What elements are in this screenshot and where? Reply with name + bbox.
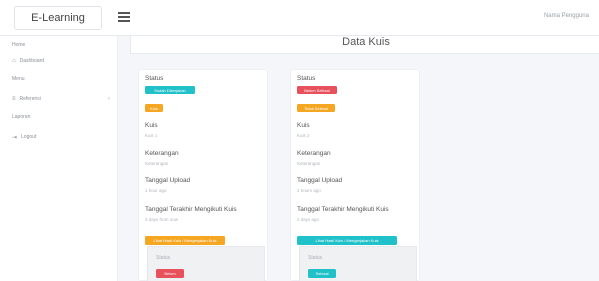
sidebar-item-label: Logout [21,134,37,140]
result-panel: Status Belum [147,246,265,281]
kuis-label: Kuis [145,122,158,129]
sidebar: Home ⌂ Dashboard Menu ≡ Referensi ‹ Lapo… [0,36,118,281]
keterangan-value: Keterangan [297,161,321,166]
kuis-label: Kuis [297,122,310,129]
deadline-label: Tanggal Terakhir Mengikuti Kuis [145,206,237,213]
quiz-tag-badge: Kuis [145,104,163,112]
sidebar-item-logout[interactable]: ⇥ Logout [12,132,110,142]
upload-date-label: Tanggal Upload [145,177,191,184]
top-navbar: E-Learning Nama Pengguna [0,0,599,36]
upload-date-label: Tanggal Upload [297,177,343,184]
menu-toggle-icon[interactable] [118,12,130,22]
main-content: Data Kuis Status Sudah Dikerjakan Kuis K… [118,36,599,281]
brand-name: E-Learning [31,12,85,24]
logout-icon: ⇥ [12,134,18,141]
kuis-value: Kuis 1 [145,133,158,138]
sidebar-section-home: Home [12,42,26,48]
deadline-value: 3 days from now [145,217,179,222]
deadline-value: 2 days ago [297,217,320,222]
quiz-tag-badge: Tidak Selesai [297,104,335,112]
sidebar-item-label: Referensi [19,96,41,102]
home-icon: ⌂ [12,58,16,64]
quiz-action-button[interactable]: Lihat Hasil Kuis / Mengerjakan Kuis [297,236,397,245]
status-badge: Belum Selesai [297,86,337,94]
result-status-badge: Belum [156,269,184,278]
app-root: E-Learning Nama Pengguna Home ⌂ Dashboar… [0,0,599,281]
keterangan-label: Keterangan [145,150,179,157]
upload-date-value: 2 hours ago [297,188,321,193]
page-header: Data Kuis [130,36,599,54]
page-title: Data Kuis [342,36,390,48]
quiz-card: Status Belum Selesai Tidak Selesai Kuis … [290,69,420,281]
status-label: Status [297,75,316,82]
chevron-left-icon: ‹ [108,96,110,102]
sidebar-section-laporan: Laporan [12,114,31,120]
result-status-badge: Selesai [308,269,336,278]
user-menu-link[interactable]: Nama Pengguna [544,13,589,19]
upload-date-value: 1 hour ago [145,188,167,193]
quiz-action-button[interactable]: Lihat Hasil Kuis / Mengerjakan Kuis [145,236,225,245]
sidebar-item-referensi[interactable]: ≡ Referensi ‹ [12,94,110,104]
result-panel: Status Selesai [299,246,417,281]
result-status-label: Status [308,255,323,261]
kuis-value: Kuis 2 [297,133,310,138]
deadline-label: Tanggal Terakhir Mengikuti Kuis [297,206,389,213]
keterangan-value: Keterangan [145,161,169,166]
status-label: Status [145,75,164,82]
list-icon: ≡ [12,96,16,102]
sidebar-item-dashboard[interactable]: ⌂ Dashboard [12,56,110,66]
brand-logo[interactable]: E-Learning [14,6,102,30]
status-badge: Sudah Dikerjakan [145,86,195,94]
result-status-label: Status [156,255,171,261]
quiz-card: Status Sudah Dikerjakan Kuis Kuis Kuis 1… [138,69,268,281]
keterangan-label: Keterangan [297,150,331,157]
sidebar-item-label: Dashboard [19,58,45,64]
sidebar-section-menu: Menu [12,76,25,82]
